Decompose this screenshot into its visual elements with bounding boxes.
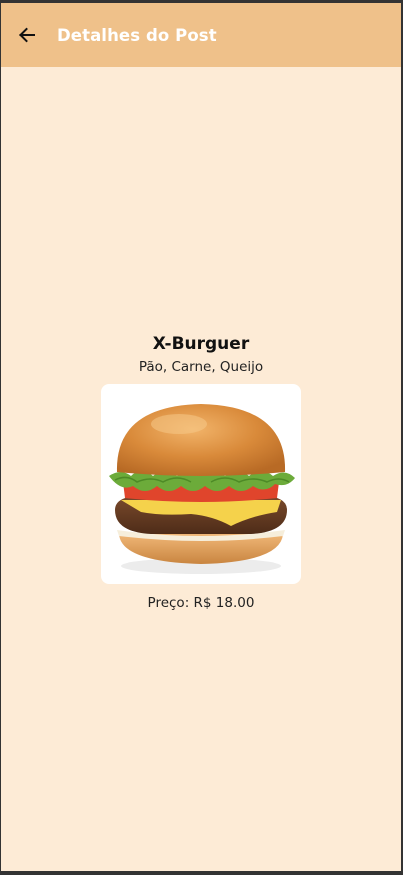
back-button[interactable] (15, 23, 39, 47)
post-ingredients: Pão, Carne, Queijo (138, 359, 264, 375)
arrow-left-icon (19, 27, 35, 43)
page-title: Detalhes do Post (57, 25, 217, 45)
burger-illustration (109, 404, 295, 574)
app-bar: Detalhes do Post (1, 3, 401, 67)
post-title: X-Burguer (152, 334, 250, 354)
post-image (101, 384, 301, 584)
post-details: X-Burguer Pão, Carne, Queijo Preço: R$ 1… (1, 333, 401, 612)
app-window: Detalhes do Post X-Burguer Pão, Carne, Q… (1, 3, 401, 871)
post-price: Preço: R$ 18.00 (147, 595, 255, 611)
